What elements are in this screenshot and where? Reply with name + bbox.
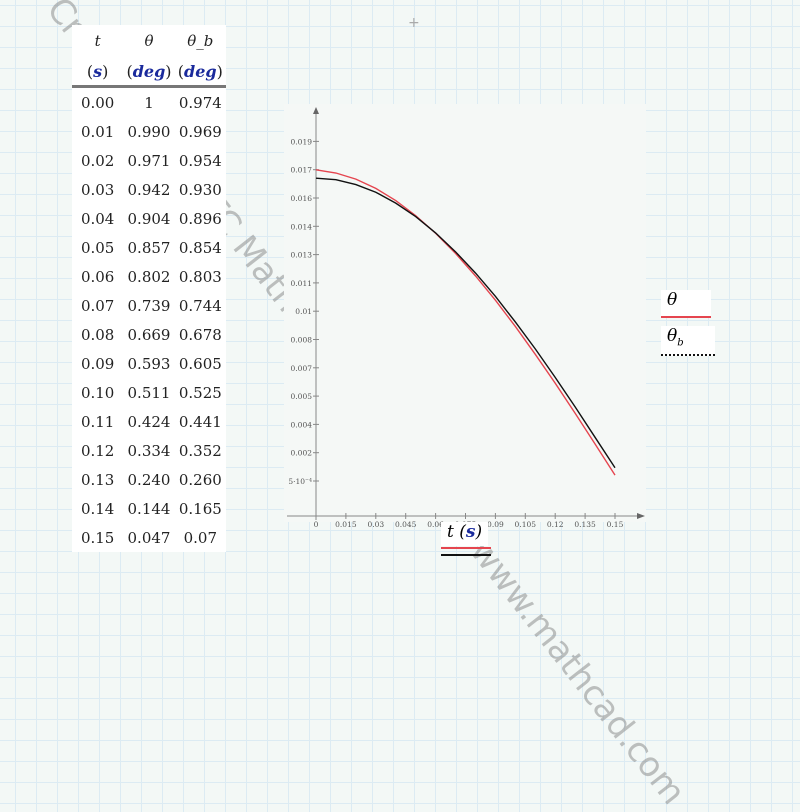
legend-theta-b[interactable]: θb — [661, 326, 715, 356]
x-tick-label: 0.09 — [487, 520, 504, 529]
y-tick-label: 0.002 — [291, 449, 313, 458]
legend-theta[interactable]: θ — [661, 290, 711, 318]
x-tick-label: 0.015 — [335, 520, 357, 529]
y-tick-label: 0.007 — [291, 364, 313, 373]
x-axis-label[interactable]: t (s) — [441, 522, 489, 546]
y-tick-label: 0.005 — [291, 392, 313, 401]
y-tick-label: 0.019 — [291, 137, 313, 146]
y-tick-label: 5·10⁻⁴ — [288, 477, 312, 486]
y-tick-label: 0.014 — [291, 222, 313, 231]
x-tick-label: 0.135 — [574, 520, 596, 529]
y-axis-arrow-icon — [313, 107, 319, 114]
x-tick-label: 0 — [314, 520, 319, 529]
y-tick-label: 0.004 — [291, 420, 313, 429]
x-axis-arrow-icon — [637, 513, 645, 519]
y-tick-label: 0.016 — [291, 194, 313, 203]
y-tick-label: 0.008 — [291, 336, 313, 345]
y-tick-label: 0.011 — [291, 279, 312, 288]
series-line-theta — [315, 169, 616, 476]
x-tick-label: 0.045 — [395, 520, 417, 529]
y-tick-label: 0.017 — [291, 166, 313, 175]
x-tick-label: 0.03 — [367, 520, 384, 529]
x-tick-label: 0.15 — [607, 520, 624, 529]
x-trace-line-theta-b — [441, 554, 491, 556]
y-tick-label: 0.013 — [291, 251, 313, 260]
y-tick-label: 0.01 — [295, 307, 312, 316]
x-tick-label: 0.105 — [515, 520, 537, 529]
x-trace-line-theta — [441, 547, 491, 549]
x-tick-label: 0.12 — [547, 520, 564, 529]
series-line-theta-b — [315, 177, 616, 469]
